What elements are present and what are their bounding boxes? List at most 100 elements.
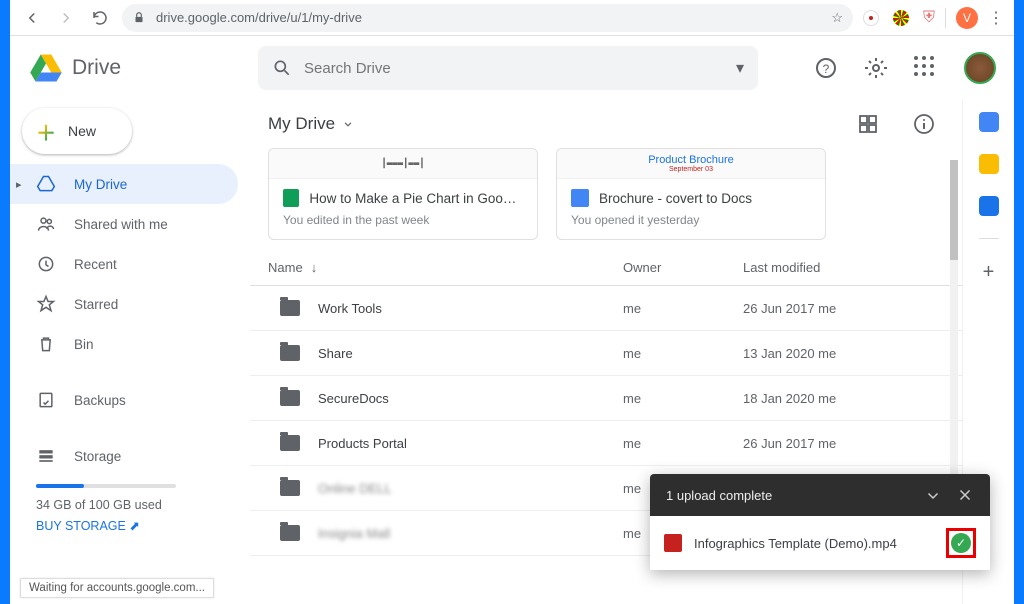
app-header: Drive ▾ ?	[10, 36, 1014, 100]
search-icon	[272, 58, 292, 78]
chevron-down-icon	[341, 117, 355, 131]
column-name[interactable]: Name ↓	[268, 260, 623, 275]
starred-icon	[36, 294, 56, 314]
view-grid-icon[interactable]	[856, 112, 880, 136]
chrome-menu-icon[interactable]: ⋮	[988, 8, 1004, 28]
toast-item[interactable]: Infographics Template (Demo).mp4 ✓	[650, 516, 990, 570]
table-row[interactable]: SecureDocs me 18 Jan 2020 me	[250, 376, 962, 421]
folder-icon	[280, 480, 300, 496]
sidebar-item-my-drive[interactable]: My Drive	[10, 164, 238, 204]
plus-icon: ＋	[36, 117, 56, 146]
quick-access-card[interactable]: Product BrochureSeptember 03 Brochure - …	[556, 148, 826, 240]
extension-icon[interactable]	[863, 10, 879, 26]
storage-meter: 34 GB of 100 GB used BUY STORAGE ⬈	[10, 476, 250, 533]
app-title: Drive	[72, 56, 121, 80]
file-owner: me	[623, 346, 743, 361]
quick-access-row: ┃▬▬▬┃▬▬┃ How to Make a Pie Chart in Goog…	[250, 148, 962, 240]
sidebar-item-bin[interactable]: Bin	[10, 324, 238, 364]
bookmark-star-icon[interactable]: ☆	[831, 10, 843, 26]
new-button-label: New	[68, 123, 96, 139]
browser-status-bar: Waiting for accounts.google.com...	[20, 578, 214, 598]
help-icon[interactable]: ?	[814, 56, 838, 80]
quick-access-card[interactable]: ┃▬▬▬┃▬▬┃ How to Make a Pie Chart in Goog…	[268, 148, 538, 240]
file-name: Online DELL	[318, 481, 392, 496]
card-thumbnail: ┃▬▬▬┃▬▬┃	[269, 149, 537, 179]
column-owner[interactable]: Owner	[623, 260, 743, 275]
card-thumbnail: Product BrochureSeptember 03	[557, 149, 825, 179]
buy-storage-link[interactable]: BUY STORAGE ⬈	[36, 518, 250, 533]
file-modified: 13 Jan 2020 me	[743, 346, 944, 361]
sidebar-item-shared[interactable]: Shared with me	[10, 204, 238, 244]
chrome-profile-avatar[interactable]: V	[956, 7, 978, 29]
folder-icon	[280, 345, 300, 361]
sidebar-item-recent[interactable]: Recent	[10, 244, 238, 284]
extension-icon[interactable]	[893, 10, 909, 26]
sidebar: ＋ New My Drive Shared with me Recent Sta…	[10, 100, 250, 604]
lock-icon	[132, 11, 146, 25]
shared-icon	[36, 214, 56, 234]
file-name: Products Portal	[318, 436, 407, 451]
card-subtitle: You edited in the past week	[283, 213, 523, 227]
scrollbar[interactable]	[950, 160, 958, 514]
table-row[interactable]: Share me 13 Jan 2020 me	[250, 331, 962, 376]
bin-icon	[36, 334, 56, 354]
file-name: SecureDocs	[318, 391, 389, 406]
new-button[interactable]: ＋ New	[22, 108, 132, 154]
storage-bar	[36, 484, 176, 488]
address-bar[interactable]: drive.google.com/drive/u/1/my-drive ☆	[122, 4, 853, 32]
upload-success-icon: ✓	[951, 533, 971, 553]
reload-button[interactable]	[88, 6, 112, 30]
tasks-icon[interactable]	[979, 196, 999, 216]
settings-icon[interactable]	[864, 56, 888, 80]
back-button[interactable]	[20, 6, 44, 30]
keep-icon[interactable]	[979, 154, 999, 174]
upload-toast: 1 upload complete Infographics Template …	[650, 474, 990, 570]
info-icon[interactable]	[912, 112, 936, 136]
calendar-icon[interactable]	[979, 112, 999, 132]
toast-filename: Infographics Template (Demo).mp4	[694, 536, 897, 551]
user-avatar[interactable]	[964, 52, 996, 84]
google-apps-icon[interactable]	[914, 56, 938, 80]
toast-minimize-icon[interactable]	[924, 486, 942, 504]
column-modified[interactable]: Last modified	[743, 260, 944, 275]
drive-logo[interactable]: Drive	[28, 50, 248, 86]
toast-close-icon[interactable]	[956, 486, 974, 504]
table-row[interactable]: Work Tools me 26 Jun 2017 me	[250, 286, 962, 331]
sort-arrow-icon: ↓	[311, 260, 318, 275]
search-input[interactable]	[304, 60, 724, 77]
file-owner: me	[623, 301, 743, 316]
drive-logo-icon	[28, 50, 64, 86]
file-name: Work Tools	[318, 301, 382, 316]
folder-icon	[280, 435, 300, 451]
file-modified: 26 Jun 2017 me	[743, 436, 944, 451]
sidebar-item-backups[interactable]: Backups	[10, 380, 238, 420]
external-link-icon: ⬈	[129, 519, 139, 533]
folder-icon	[280, 525, 300, 541]
search-dropdown-icon[interactable]: ▾	[736, 58, 744, 78]
forward-button[interactable]	[54, 6, 78, 30]
docs-icon	[571, 189, 589, 207]
folder-icon	[280, 390, 300, 406]
folder-icon	[280, 300, 300, 316]
card-subtitle: You opened it yesterday	[571, 213, 811, 227]
table-row[interactable]: Products Portal me 26 Jun 2017 me	[250, 421, 962, 466]
scrollbar-thumb[interactable]	[950, 160, 958, 260]
sheets-icon	[283, 189, 299, 207]
file-modified: 18 Jan 2020 me	[743, 391, 944, 406]
sidebar-item-starred[interactable]: Starred	[10, 284, 238, 324]
sidebar-item-storage[interactable]: Storage	[10, 436, 238, 476]
video-file-icon	[664, 534, 682, 552]
url-text: drive.google.com/drive/u/1/my-drive	[156, 10, 362, 25]
file-modified: 26 Jun 2017 me	[743, 301, 944, 316]
file-name: Share	[318, 346, 353, 361]
storage-icon	[36, 446, 56, 466]
add-addon-icon[interactable]: +	[983, 261, 995, 284]
breadcrumb[interactable]: My Drive	[268, 114, 355, 134]
storage-text: 34 GB of 100 GB used	[36, 498, 250, 512]
card-title: Brochure - covert to Docs	[599, 191, 752, 206]
extension-icon[interactable]: ⛨	[923, 9, 935, 27]
search-box[interactable]: ▾	[258, 46, 758, 90]
svg-text:?: ?	[823, 62, 830, 76]
file-owner: me	[623, 391, 743, 406]
browser-toolbar: drive.google.com/drive/u/1/my-drive ☆ ⛨ …	[10, 0, 1014, 36]
